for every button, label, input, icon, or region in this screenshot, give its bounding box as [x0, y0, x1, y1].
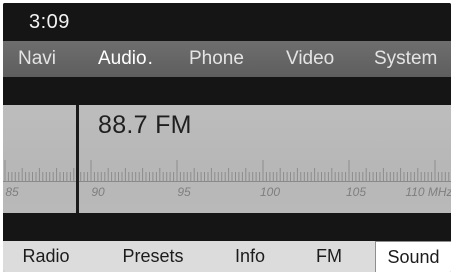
softkey-label: Sound [387, 246, 440, 267]
softkey-info[interactable]: Info [217, 241, 283, 272]
menu-item-audio[interactable]: Audio. [98, 48, 153, 70]
softkey-presets[interactable]: Presets [89, 241, 217, 272]
tuning-needle[interactable] [76, 105, 79, 213]
menu-item-phone[interactable]: Phone [189, 48, 244, 70]
softkey-label: Info [234, 246, 266, 266]
menu-item-navi[interactable]: Navi [18, 48, 56, 70]
softkey-sound[interactable]: Sound [375, 241, 451, 272]
softkey-label: Radio [22, 246, 70, 266]
menu-item-video[interactable]: Video [286, 48, 334, 70]
menu-item-label: System [374, 48, 438, 69]
separator-band [3, 213, 451, 241]
main-menu: Navi Audio. Phone Video System [3, 41, 451, 77]
softkey-bar: Radio Presets Info FM Sound [3, 241, 451, 272]
separator-band [3, 77, 451, 105]
scale-label: 90 [91, 185, 105, 199]
frequency-scale [4, 160, 450, 182]
softkey-label: FM [316, 246, 342, 266]
clock: 3:09 [29, 11, 70, 33]
scale-baseline [3, 181, 451, 182]
menu-item-label: Video [286, 48, 335, 69]
frequency-display: 88.7 FM [98, 111, 192, 139]
scale-label: 95 [177, 185, 191, 199]
softkey-label: Presets [122, 246, 184, 266]
scale-label: 100 [259, 185, 281, 199]
tuner-panel[interactable]: 88.7 FM 85 90 95 100 105 110 MHz [3, 105, 451, 213]
active-marker: . [147, 48, 153, 69]
head-unit-screen: 3:09 Navi Audio. Phone Video System 88.7… [0, 0, 454, 275]
scale-label: 85 [5, 185, 19, 199]
scale-label: 105 [345, 185, 367, 199]
menu-item-label: Audio [98, 48, 147, 69]
menu-item-label: Phone [189, 48, 244, 69]
menu-item-system[interactable]: System [374, 48, 437, 70]
softkey-fm[interactable]: FM [283, 241, 375, 272]
menu-item-label: Navi [18, 48, 57, 69]
scale-label: 110 MHz [405, 185, 451, 199]
softkey-radio[interactable]: Radio [3, 241, 89, 272]
status-bar: 3:09 [3, 3, 451, 41]
display-frame: 3:09 Navi Audio. Phone Video System 88.7… [3, 3, 451, 272]
